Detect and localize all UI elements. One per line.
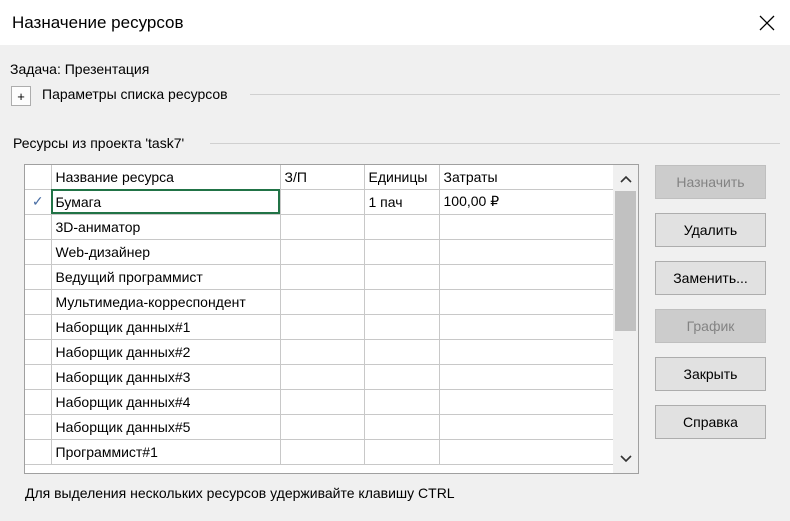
table-row[interactable]: Мультимедиа-корреспондент — [25, 289, 614, 315]
corner-header[interactable] — [25, 165, 52, 190]
replace-button[interactable]: Заменить... — [655, 261, 766, 295]
cell-name[interactable]: Бумага — [51, 189, 281, 215]
vertical-scrollbar[interactable] — [613, 165, 638, 473]
cell-units[interactable] — [364, 389, 440, 415]
column-header-units[interactable]: Единицы — [364, 165, 440, 190]
resource-grid[interactable]: Название ресурса З/П Единицы Затраты ✓ Б… — [24, 164, 639, 474]
cell-units[interactable] — [364, 264, 440, 290]
remove-button[interactable]: Удалить — [655, 213, 766, 247]
cell-rate[interactable] — [280, 289, 365, 315]
cell-cost[interactable] — [439, 439, 614, 465]
cell-rate[interactable] — [280, 389, 365, 415]
window-title: Назначение ресурсов — [12, 13, 184, 32]
row-header[interactable] — [25, 339, 52, 365]
cell-rate[interactable] — [280, 264, 365, 290]
close-icon — [759, 15, 775, 30]
cell-rate[interactable] — [280, 339, 365, 365]
cell-rate[interactable] — [280, 214, 365, 240]
title-bar: Назначение ресурсов — [0, 0, 790, 45]
cell-name[interactable]: Наборщик данных#5 — [51, 414, 281, 440]
row-header[interactable] — [25, 214, 52, 240]
cell-cost[interactable] — [439, 239, 614, 265]
chevron-up-icon — [619, 175, 632, 183]
cell-name[interactable]: 3D-аниматор — [51, 214, 281, 240]
cell-cost[interactable] — [439, 214, 614, 240]
cell-units[interactable] — [364, 289, 440, 315]
help-button[interactable]: Справка — [655, 405, 766, 439]
row-header[interactable] — [25, 239, 52, 265]
cell-rate[interactable] — [280, 314, 365, 340]
close-window-button[interactable] — [744, 0, 790, 45]
assign-button[interactable]: Назначить — [655, 165, 766, 199]
cell-name[interactable]: Наборщик данных#4 — [51, 389, 281, 415]
options-label: Параметры списка ресурсов — [42, 86, 228, 102]
cell-units[interactable] — [364, 339, 440, 365]
graph-button[interactable]: График — [655, 309, 766, 343]
table-row[interactable]: Наборщик данных#4 — [25, 389, 614, 415]
cell-rate[interactable] — [280, 439, 365, 465]
cell-name[interactable]: Web-дизайнер — [51, 239, 281, 265]
row-header[interactable] — [25, 264, 52, 290]
resource-table: Название ресурса З/П Единицы Затраты ✓ Б… — [25, 165, 614, 465]
chevron-down-icon — [619, 455, 632, 463]
check-icon: ✓ — [31, 193, 44, 209]
options-separator — [250, 94, 780, 95]
scroll-down-button[interactable] — [613, 447, 638, 471]
group-label: Ресурсы из проекта 'task7' — [13, 135, 185, 151]
grid-header-row: Название ресурса З/П Единицы Затраты — [25, 165, 614, 190]
table-row[interactable]: ✓ Бумага 1 пач 100,00 ₽ — [25, 189, 614, 215]
cell-rate[interactable] — [280, 189, 365, 215]
cell-cost[interactable] — [439, 289, 614, 315]
cell-units[interactable] — [364, 239, 440, 265]
cell-name[interactable]: Ведущий программист — [51, 264, 281, 290]
scroll-up-button[interactable] — [613, 167, 638, 191]
selection-hint: Для выделения нескольких ресурсов удержи… — [25, 485, 455, 501]
cell-units[interactable] — [364, 364, 440, 390]
row-header[interactable] — [25, 439, 52, 465]
cell-name[interactable]: Наборщик данных#1 — [51, 314, 281, 340]
cell-name[interactable]: Наборщик данных#3 — [51, 364, 281, 390]
cell-cost[interactable]: 100,00 ₽ — [439, 189, 614, 215]
cell-name[interactable]: Программист#1 — [51, 439, 281, 465]
cell-rate[interactable] — [280, 364, 365, 390]
group-separator — [210, 143, 780, 144]
cell-cost[interactable] — [439, 339, 614, 365]
column-header-cost[interactable]: Затраты — [439, 165, 614, 190]
cell-units[interactable] — [364, 414, 440, 440]
cell-name[interactable]: Мультимедиа-корреспондент — [51, 289, 281, 315]
scroll-thumb[interactable] — [615, 191, 636, 331]
cell-cost[interactable] — [439, 389, 614, 415]
cell-rate[interactable] — [280, 239, 365, 265]
table-row[interactable]: Наборщик данных#5 — [25, 414, 614, 440]
cell-cost[interactable] — [439, 364, 614, 390]
table-row[interactable]: Ведущий программист — [25, 264, 614, 290]
cell-units[interactable] — [364, 214, 440, 240]
table-row[interactable]: 3D-аниматор — [25, 214, 614, 240]
table-row[interactable]: Web-дизайнер — [25, 239, 614, 265]
cell-cost[interactable] — [439, 264, 614, 290]
row-header[interactable] — [25, 364, 52, 390]
cell-units[interactable] — [364, 439, 440, 465]
table-row[interactable]: Наборщик данных#1 — [25, 314, 614, 340]
cell-name[interactable]: Наборщик данных#2 — [51, 339, 281, 365]
row-header[interactable] — [25, 414, 52, 440]
cell-units[interactable] — [364, 314, 440, 340]
expand-options-button[interactable]: + — [11, 86, 31, 106]
table-row[interactable]: Программист#1 — [25, 439, 614, 465]
cell-units[interactable]: 1 пач — [364, 189, 440, 215]
row-header[interactable] — [25, 289, 52, 315]
table-row[interactable]: Наборщик данных#3 — [25, 364, 614, 390]
column-header-name[interactable]: Название ресурса — [51, 165, 281, 190]
task-label: Задача: Презентация — [10, 61, 150, 77]
cell-cost[interactable] — [439, 414, 614, 440]
row-header[interactable] — [25, 389, 52, 415]
cell-cost[interactable] — [439, 314, 614, 340]
close-button[interactable]: Закрыть — [655, 357, 766, 391]
row-header[interactable]: ✓ — [25, 189, 52, 215]
row-header[interactable] — [25, 314, 52, 340]
cell-rate[interactable] — [280, 414, 365, 440]
table-row[interactable]: Наборщик данных#2 — [25, 339, 614, 365]
column-header-rate[interactable]: З/П — [280, 165, 365, 190]
